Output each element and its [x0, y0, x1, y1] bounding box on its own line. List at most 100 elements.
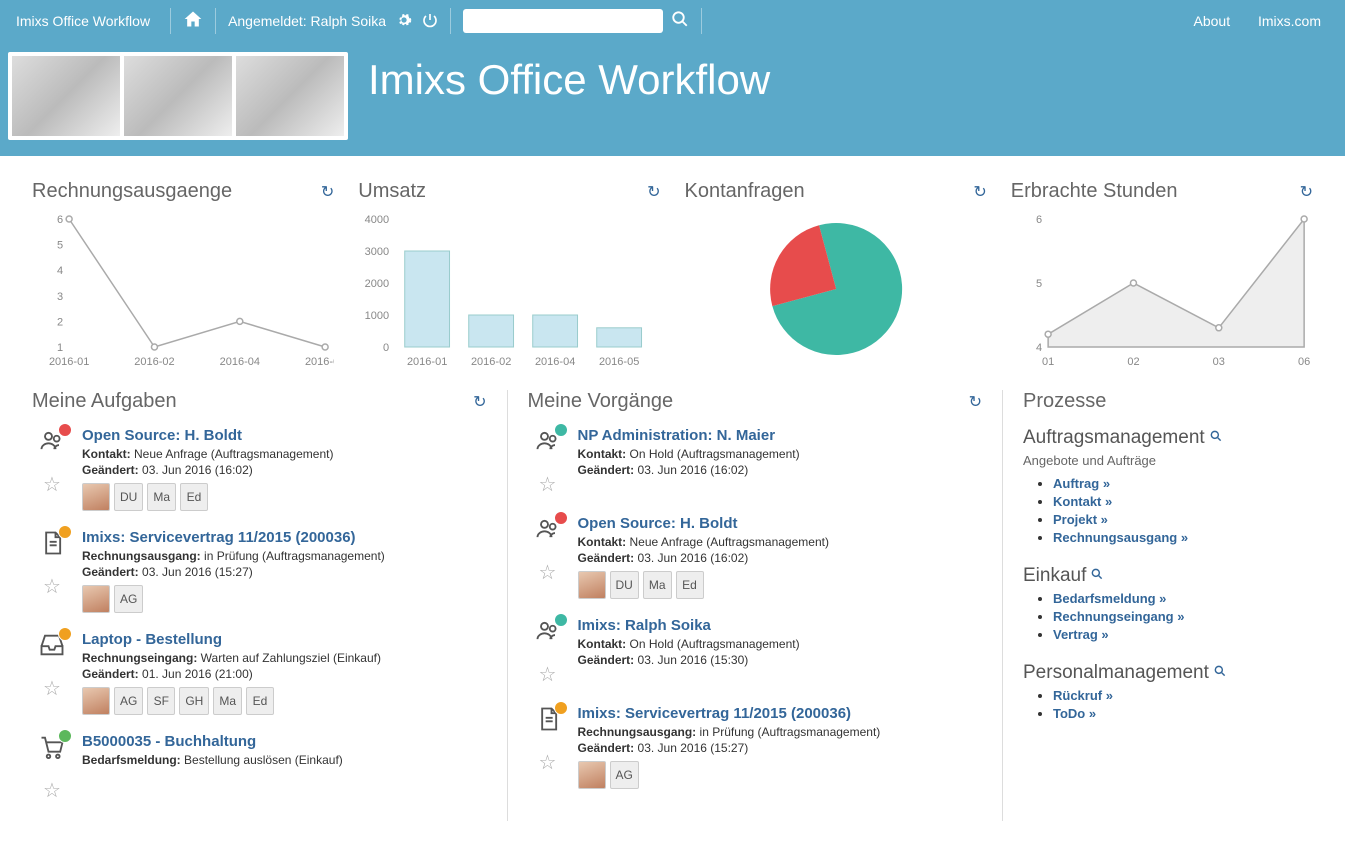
star-icon[interactable]: ☆ — [43, 778, 61, 803]
refresh-icon[interactable]: ↻ — [973, 182, 986, 202]
refresh-icon[interactable]: ↻ — [969, 392, 982, 412]
refresh-icon[interactable]: ↻ — [1300, 182, 1313, 202]
item-title[interactable]: Imixs: Servicevertrag 11/2015 (200036) — [82, 529, 356, 546]
process-group-title: Einkauf — [1023, 565, 1086, 586]
people-icon — [38, 427, 66, 462]
svg-text:01: 01 — [1042, 356, 1054, 368]
site-link[interactable]: Imixs.com — [1258, 13, 1321, 29]
avatar[interactable] — [578, 571, 606, 599]
inbox-icon — [38, 631, 66, 666]
process-link[interactable]: Bedarfsmeldung » — [1053, 591, 1166, 606]
list-item: ☆Open Source: H. BoldtKontakt: Neue Anfr… — [528, 515, 983, 599]
assignee-chip[interactable]: Ma — [643, 571, 672, 599]
status-badge — [554, 701, 568, 715]
item-title[interactable]: NP Administration: N. Maier — [578, 427, 776, 444]
status-badge — [58, 729, 72, 743]
star-icon[interactable]: ☆ — [43, 676, 61, 701]
assignee-chip[interactable]: Ma — [213, 687, 242, 715]
assignee-chip[interactable]: DU — [610, 571, 639, 599]
star-icon[interactable]: ☆ — [43, 574, 61, 599]
process-link[interactable]: Projekt » — [1053, 512, 1108, 527]
avatar[interactable] — [578, 761, 606, 789]
about-link[interactable]: About — [1194, 13, 1231, 29]
assignee-chip[interactable]: Ed — [246, 687, 274, 715]
svg-text:06: 06 — [1298, 356, 1310, 368]
item-title[interactable]: Imixs: Ralph Soika — [578, 617, 711, 634]
status-badge — [554, 423, 568, 437]
process-link[interactable]: Auftrag » — [1053, 476, 1110, 491]
svg-text:5: 5 — [1036, 278, 1042, 290]
gear-icon[interactable] — [396, 12, 412, 31]
list-item: ☆NP Administration: N. MaierKontakt: On … — [528, 427, 983, 497]
status-badge — [58, 525, 72, 539]
people-icon — [534, 427, 562, 462]
banner-image — [124, 56, 232, 136]
list-item: ☆Laptop - BestellungRechnungseingang: Wa… — [32, 631, 487, 715]
star-icon[interactable]: ☆ — [43, 472, 61, 497]
process-group-title: Personalmanagement — [1023, 662, 1209, 683]
svg-text:2016-04: 2016-04 — [535, 356, 575, 368]
item-title[interactable]: Laptop - Bestellung — [82, 631, 222, 648]
assignee-chip[interactable]: DU — [114, 483, 143, 511]
svg-text:3000: 3000 — [365, 246, 389, 258]
list-item: ☆Open Source: H. BoldtKontakt: Neue Anfr… — [32, 427, 487, 511]
svg-text:03: 03 — [1212, 356, 1224, 368]
refresh-icon[interactable]: ↻ — [321, 182, 334, 202]
star-icon[interactable]: ☆ — [539, 472, 557, 497]
svg-text:2016-02: 2016-02 — [134, 356, 174, 368]
status-badge — [58, 627, 72, 641]
list-item: ☆B5000035 - BuchhaltungBedarfsmeldung: B… — [32, 733, 487, 803]
refresh-icon[interactable]: ↻ — [647, 182, 660, 202]
chart-title: Rechnungsausgaenge — [32, 180, 232, 203]
svg-text:2016-05: 2016-05 — [305, 356, 334, 368]
item-title[interactable]: Open Source: H. Boldt — [82, 427, 242, 444]
search-icon[interactable] — [1209, 430, 1223, 446]
svg-text:0: 0 — [383, 342, 389, 354]
logout-icon[interactable] — [422, 12, 438, 31]
process-link[interactable]: Rückruf » — [1053, 688, 1113, 703]
item-title[interactable]: Open Source: H. Boldt — [578, 515, 738, 532]
cart-icon — [38, 733, 66, 768]
process-link[interactable]: Rechnungsausgang » — [1053, 530, 1188, 545]
star-icon[interactable]: ☆ — [539, 560, 557, 585]
assignee-chip[interactable]: AG — [114, 585, 143, 613]
svg-text:2016-05: 2016-05 — [599, 356, 639, 368]
banner: Imixs Office Workflow — [0, 42, 1345, 156]
svg-text:5: 5 — [57, 240, 63, 252]
refresh-icon[interactable]: ↻ — [473, 392, 486, 412]
assignee-chip[interactable]: AG — [114, 687, 143, 715]
assignee-chip[interactable]: Ed — [180, 483, 208, 511]
process-link[interactable]: ToDo » — [1053, 706, 1096, 721]
list-item: ☆Imixs: Servicevertrag 11/2015 (200036)R… — [32, 529, 487, 613]
process-link[interactable]: Vertrag » — [1053, 627, 1109, 642]
avatar[interactable] — [82, 687, 110, 715]
assignee-chip[interactable]: Ed — [676, 571, 704, 599]
search-icon[interactable] — [1090, 568, 1104, 584]
svg-text:2016-04: 2016-04 — [220, 356, 260, 368]
chart-title: Kontanfragen — [685, 180, 805, 203]
star-icon[interactable]: ☆ — [539, 750, 557, 775]
item-title[interactable]: B5000035 - Buchhaltung — [82, 733, 256, 750]
process-link[interactable]: Kontakt » — [1053, 494, 1112, 509]
dashboard-charts: Rechnungsausgaenge↻1234562016-012016-022… — [32, 180, 1313, 374]
status-badge — [554, 613, 568, 627]
process-link[interactable]: Rechnungseingang » — [1053, 609, 1184, 624]
avatar[interactable] — [82, 483, 110, 511]
item-title[interactable]: Imixs: Servicevertrag 11/2015 (200036) — [578, 705, 852, 722]
search-input[interactable] — [463, 9, 663, 33]
status-badge — [554, 511, 568, 525]
cases-title: Meine Vorgänge — [528, 390, 674, 413]
search-icon[interactable] — [671, 10, 689, 33]
home-icon[interactable] — [183, 9, 203, 34]
status-badge — [58, 423, 72, 437]
banner-image — [236, 56, 344, 136]
svg-text:1000: 1000 — [365, 310, 389, 322]
search-icon[interactable] — [1213, 665, 1227, 681]
avatar[interactable] — [82, 585, 110, 613]
assignee-chip[interactable]: SF — [147, 687, 175, 715]
topbar: Imixs Office Workflow Angemeldet: Ralph … — [0, 0, 1345, 42]
assignee-chip[interactable]: AG — [610, 761, 639, 789]
star-icon[interactable]: ☆ — [539, 662, 557, 687]
assignee-chip[interactable]: GH — [179, 687, 209, 715]
assignee-chip[interactable]: Ma — [147, 483, 176, 511]
